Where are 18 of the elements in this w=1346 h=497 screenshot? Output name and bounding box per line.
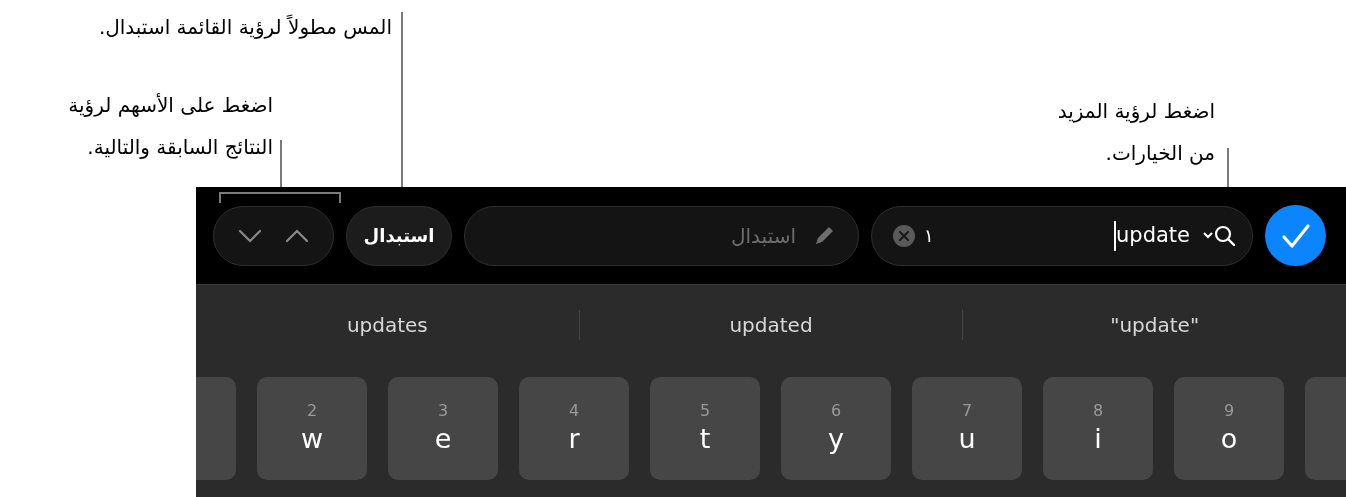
replace-field[interactable]: استبدال	[464, 205, 859, 266]
keyboard-key[interactable]: 4 r	[519, 377, 629, 480]
keyboard-key[interactable]: 9 o	[1174, 377, 1284, 480]
suggestion-item[interactable]: "update"	[1102, 310, 1208, 340]
callout-text: اضغط لرؤية المزيد من الخيارات.	[1057, 98, 1215, 167]
suggestion-item[interactable]: updated	[721, 310, 821, 340]
suggestion-item[interactable]: updates	[338, 310, 436, 340]
callout-text: اضغط على الأسهم لرؤية النتائج السابقة والتالية.	[68, 92, 273, 161]
match-count: ١	[924, 224, 934, 248]
keyboard-key[interactable]: 5 t	[650, 377, 760, 480]
keyboard-key[interactable]: 7 u	[912, 377, 1022, 480]
keyboard-key[interactable]: 2 w	[257, 377, 367, 480]
callout-text: المس مطولاً لرؤية القائمة استبدال.	[98, 13, 392, 41]
keyboard-key[interactable]: 6 y	[781, 377, 891, 480]
keyboard-key[interactable]: 8 i	[1043, 377, 1153, 480]
search-text: update	[1116, 221, 1190, 249]
replace-button[interactable]: استبدال	[346, 205, 452, 266]
keyboard-key[interactable]: 3 e	[388, 377, 498, 480]
